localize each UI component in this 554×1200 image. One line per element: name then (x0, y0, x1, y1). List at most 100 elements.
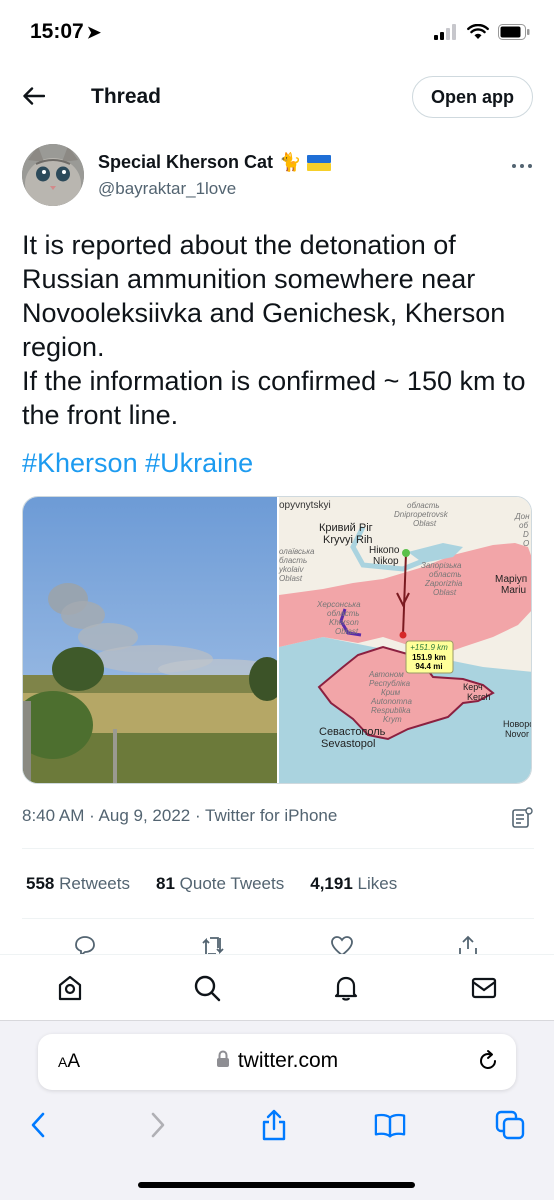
share-button[interactable] (456, 934, 480, 954)
tab-search[interactable] (192, 973, 222, 1003)
map-label: область (429, 570, 462, 579)
safari-nav-tools (0, 1105, 554, 1145)
safari-forward-button[interactable] (142, 1109, 174, 1141)
map-label: Dnipropetrovsk (394, 510, 449, 519)
map-label: Автоном (368, 670, 404, 679)
map-label: Республіка (369, 679, 411, 688)
map-label: Sevastopol (321, 738, 375, 750)
tweet-stats: 558 Retweets 81 Quote Tweets 4,191 Likes (26, 874, 397, 894)
map-label: Дон (514, 512, 530, 521)
map-label: об (519, 521, 528, 530)
tab-messages[interactable] (469, 973, 499, 1003)
open-app-button[interactable]: Open app (412, 76, 533, 118)
map-label: Крим (381, 688, 401, 697)
page-title: Thread (91, 85, 162, 108)
heart-icon (331, 936, 353, 954)
bell-icon (334, 976, 358, 1001)
safari-back-button[interactable] (22, 1109, 54, 1141)
url-text: twitter.com (237, 1049, 339, 1072)
back-button[interactable] (20, 82, 48, 110)
map-label: область (327, 609, 360, 618)
arrow-left-icon (23, 87, 45, 105)
map-label: Oblast (413, 519, 437, 528)
map-label: Kherson (329, 618, 359, 627)
map-label: Respublika (371, 706, 411, 715)
map-label: область (407, 501, 440, 510)
share-icon (459, 935, 477, 954)
reload-icon (480, 1050, 496, 1069)
url-display[interactable]: twitter.com (38, 1049, 516, 1073)
tweet-media[interactable]: +151.9 km 151.9 km 94.4 mi opyvnytskyi о… (22, 496, 532, 784)
map-label: Херсонська (316, 600, 361, 609)
status-time: 15:07 ➤ (30, 20, 101, 43)
chevron-right-icon (151, 1112, 165, 1138)
map-image[interactable]: +151.9 km 151.9 km 94.4 mi opyvnytskyi о… (278, 497, 532, 784)
map-distance-km: 151.9 km (412, 653, 446, 662)
author-name-text: Special Kherson Cat (98, 152, 274, 172)
ukraine-flag-icon (307, 154, 332, 171)
map-label: O (523, 539, 529, 548)
tab-home[interactable] (55, 973, 85, 1003)
book-icon (374, 1113, 406, 1138)
retweet-icon (202, 937, 224, 954)
map-label: Запорізька (421, 561, 462, 570)
avatar[interactable] (22, 144, 84, 206)
map-label: олаївська (279, 547, 315, 556)
home-icon (58, 975, 82, 1001)
map-label: Кривий Ріг (319, 522, 373, 534)
tweet-actions (0, 932, 554, 954)
cat-emoji: 🐈 (279, 152, 302, 172)
map-label: Севастополь (319, 726, 386, 738)
retweet-button[interactable] (200, 934, 226, 954)
like-button[interactable] (330, 934, 354, 954)
map-label: Керч (463, 682, 483, 692)
more-options-button[interactable] (510, 158, 534, 168)
tweet-text: It is reported about the detonation of R… (22, 230, 526, 430)
address-bar[interactable]: AA twitter.com (38, 1034, 516, 1090)
reply-button[interactable] (73, 934, 97, 954)
more-dots-icon (512, 164, 532, 168)
analytics-icon (512, 807, 533, 828)
map-distance-top: +151.9 km (410, 643, 448, 652)
map-label: Oblast (335, 627, 359, 636)
wifi-icon (467, 24, 489, 39)
author-name[interactable]: Special Kherson Cat 🐈 (98, 152, 332, 173)
map-label: Маріуп (495, 574, 527, 585)
reply-icon (75, 936, 95, 954)
divider (22, 918, 534, 919)
bookmarks-button[interactable] (374, 1109, 406, 1141)
battery-icon (498, 24, 530, 40)
author-handle[interactable]: @bayraktar_1love (98, 179, 236, 199)
twitter-tab-bar (0, 954, 554, 1020)
map-label: ykolaiv (278, 565, 304, 574)
map-label: Nikop (373, 556, 399, 567)
search-icon (194, 975, 221, 1002)
map-label: Mariu (501, 585, 526, 596)
tweet-hashtags[interactable]: #Kherson #Ukraine (22, 446, 253, 480)
lock-icon (216, 1050, 229, 1067)
tab-notifications[interactable] (331, 973, 361, 1003)
map-label: Zaporizhia (424, 579, 463, 588)
safari-share-button[interactable] (258, 1109, 290, 1141)
tweet-author: Special Kherson Cat 🐈 @bayraktar_1love (0, 140, 554, 220)
map-label: Новорс (503, 719, 532, 729)
map-label: Novor (505, 729, 529, 739)
tabs-icon (495, 1110, 525, 1140)
safari-toolbar: AA twitter.com (0, 1020, 554, 1200)
quote-tweets-stat[interactable]: 81 Quote Tweets (156, 874, 284, 894)
cellular-signal-icon (434, 24, 456, 40)
thread-header: Thread Open app (0, 66, 554, 128)
retweets-stat[interactable]: 558 Retweets (26, 874, 130, 894)
cat-avatar-image (22, 144, 84, 206)
map-label: Kryvyi Rih (323, 534, 373, 546)
map-label: Нікопо (369, 545, 400, 556)
analytics-button[interactable] (510, 806, 534, 830)
media-images: +151.9 km 151.9 km 94.4 mi opyvnytskyi о… (23, 497, 532, 784)
tabs-button[interactable] (494, 1109, 526, 1141)
explosion-photo[interactable] (23, 497, 285, 784)
status-icons (434, 24, 530, 40)
home-indicator (138, 1182, 415, 1188)
likes-stat[interactable]: 4,191 Likes (310, 874, 397, 894)
map-label: Oblast (433, 588, 457, 597)
reload-button[interactable] (476, 1049, 500, 1073)
